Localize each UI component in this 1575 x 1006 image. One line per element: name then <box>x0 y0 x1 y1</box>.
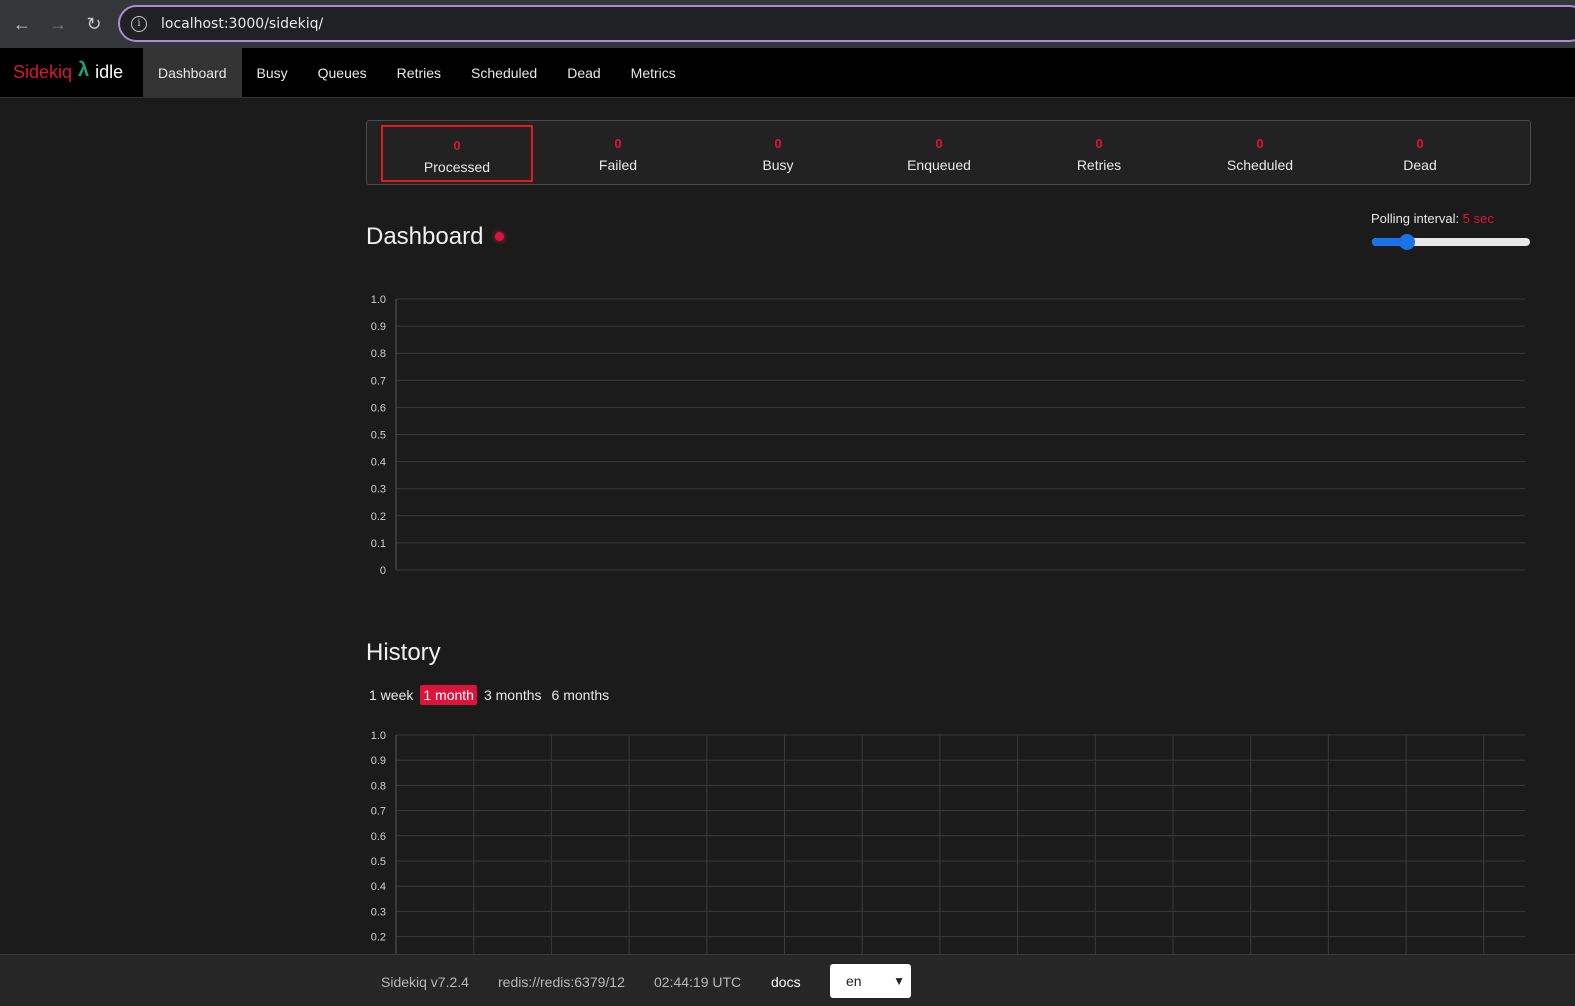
stat-label: Processed <box>423 159 491 175</box>
locale-value: en <box>846 973 862 989</box>
stat-processed[interactable]: 0 Processed <box>381 125 533 182</box>
docs-link[interactable]: docs <box>771 974 801 990</box>
stat-scheduled[interactable]: 0 Scheduled <box>1184 125 1336 182</box>
y-tick-label: 0.8 <box>371 780 386 792</box>
nav-item-dashboard[interactable]: Dashboard <box>143 48 242 97</box>
site-info-icon[interactable]: i <box>131 15 147 32</box>
stat-label: Enqueued <box>907 157 971 173</box>
range-3-months[interactable]: 3 months <box>481 685 545 705</box>
y-tick-label: 0.7 <box>371 806 386 818</box>
back-arrow-icon[interactable]: ← <box>4 6 40 42</box>
stat-dead[interactable]: 0 Dead <box>1344 125 1496 182</box>
page-title: Dashboard <box>366 223 484 250</box>
y-tick-label: 0.7 <box>371 375 386 387</box>
stat-failed[interactable]: 0 Failed <box>542 125 694 182</box>
polling-value: 5 sec <box>1462 211 1494 226</box>
y-tick-label: 1.0 <box>371 730 386 742</box>
polling-label-text: Polling interval: <box>1371 211 1460 226</box>
nav-item-metrics[interactable]: Metrics <box>616 48 691 97</box>
y-tick-label: 0.1 <box>371 538 386 550</box>
y-tick-label: 0.8 <box>371 348 386 360</box>
y-tick-label: 0.9 <box>371 321 386 333</box>
runner-icon: λ <box>78 59 90 81</box>
polling-label: Polling interval: 5 sec <box>1371 211 1494 226</box>
stat-value: 0 <box>935 136 943 151</box>
y-tick-label: 0.2 <box>371 511 386 523</box>
stat-retries[interactable]: 0 Retries <box>1023 125 1175 182</box>
nav-item-dead[interactable]: Dead <box>552 48 615 97</box>
redis-url: redis://redis:6379/12 <box>498 974 625 990</box>
nav-item-retries[interactable]: Retries <box>382 48 456 97</box>
range-1-week[interactable]: 1 week <box>366 685 416 705</box>
stats-bar: 0 Processed 0 Failed 0 Busy 0 Enqueued 0 Retries 0… <box>366 120 1531 185</box>
y-tick-label: 0.6 <box>371 831 386 843</box>
chevron-down-icon: ▼ <box>893 974 905 988</box>
status-text: idle <box>95 62 124 82</box>
stat-value: 0 <box>1256 136 1264 151</box>
server-time: 02:44:19 UTC <box>654 974 742 990</box>
y-tick-label: 0.6 <box>371 402 386 414</box>
range-1-month[interactable]: 1 month <box>420 685 477 705</box>
stat-busy[interactable]: 0 Busy <box>702 125 854 182</box>
stat-label: Failed <box>598 157 638 173</box>
history-chart: 1.0 0.9 0.8 0.7 0.6 0.5 0.4 0.3 0.2 <box>371 730 1525 955</box>
polling-interval-slider[interactable] <box>1372 234 1530 250</box>
nav-item-busy[interactable]: Busy <box>242 48 303 97</box>
forward-arrow-icon[interactable]: → <box>40 6 76 42</box>
y-tick-label: 0.2 <box>371 932 386 944</box>
brand-name: Sidekiq <box>13 62 73 82</box>
y-tick-label: 1.0 <box>371 294 386 306</box>
y-tick-label: 0.5 <box>371 856 386 868</box>
stat-value: 0 <box>614 136 622 151</box>
stat-value: 0 <box>774 136 782 151</box>
y-tick-label: 0.9 <box>371 755 386 767</box>
reload-icon[interactable]: ↻ <box>76 6 112 42</box>
nav-item-queues[interactable]: Queues <box>303 48 382 97</box>
top-navbar: Sidekiq λ idle Dashboard Busy Queues Retrie… <box>0 48 1575 98</box>
range-6-months[interactable]: 6 months <box>549 685 613 705</box>
y-tick-label: 0 <box>380 565 386 577</box>
stat-enqueued[interactable]: 0 Enqueued <box>863 125 1015 182</box>
slider-thumb[interactable] <box>1398 234 1415 250</box>
realtime-chart: 1.0 0.9 0.8 0.7 0.6 0.5 0.4 0.3 0.2 0.1 0 <box>371 294 1525 577</box>
locale-select[interactable]: en ▼ <box>830 964 911 998</box>
address-bar[interactable]: i localhost:3000/sidekiq/ <box>118 5 1575 42</box>
history-title: History <box>366 639 441 666</box>
stat-label: Dead <box>1403 157 1437 173</box>
y-tick-label: 0.5 <box>371 430 386 442</box>
brand[interactable]: Sidekiq λ idle <box>0 48 143 97</box>
beacon-dot <box>495 232 504 241</box>
y-tick-label: 0.3 <box>371 484 386 496</box>
stat-value: 0 <box>1416 136 1424 151</box>
stat-label: Scheduled <box>1226 157 1294 173</box>
nav-menu: Dashboard Busy Queues Retries Scheduled Dead M… <box>143 48 691 97</box>
browser-toolbar: ← → ↻ i localhost:3000/sidekiq/ <box>0 0 1575 48</box>
y-tick-label: 0.4 <box>371 881 386 893</box>
y-tick-label: 0.3 <box>371 906 386 918</box>
stat-label: Busy <box>762 157 794 173</box>
stat-value: 0 <box>1095 136 1103 151</box>
version-text: Sidekiq v7.2.4 <box>381 974 469 990</box>
url-text: localhost:3000/sidekiq/ <box>161 15 324 32</box>
history-range-selector: 1 week 1 month 3 months 6 months <box>366 685 616 705</box>
y-tick-label: 0.4 <box>371 457 386 469</box>
stat-label: Retries <box>1076 157 1122 173</box>
footer: Sidekiq v7.2.4 redis://redis:6379/12 02:… <box>0 954 1575 1006</box>
nav-item-scheduled[interactable]: Scheduled <box>456 48 552 97</box>
stat-value: 0 <box>453 138 461 153</box>
